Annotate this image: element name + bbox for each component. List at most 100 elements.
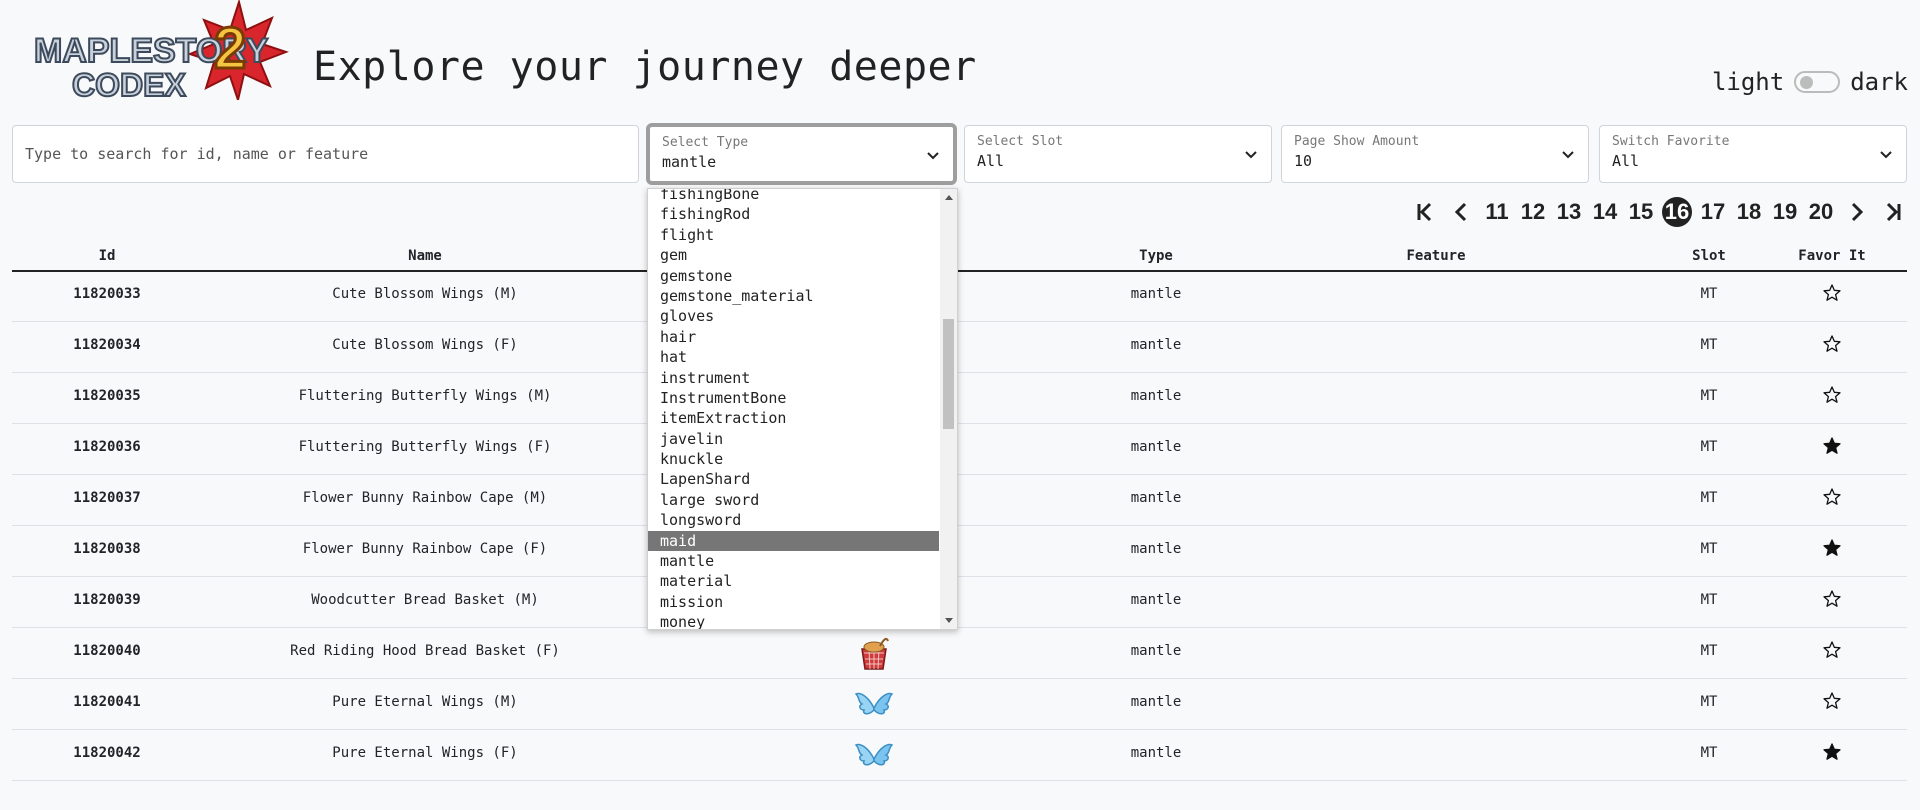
first-page-button[interactable] bbox=[1410, 197, 1440, 227]
table-row[interactable]: 11820039 Woodcutter Bread Basket (M) mantl… bbox=[12, 576, 1907, 628]
page-button[interactable]: 12 bbox=[1518, 197, 1548, 227]
dropdown-scrollbar[interactable] bbox=[940, 189, 957, 629]
scroll-thumb[interactable] bbox=[943, 319, 954, 429]
page-button[interactable]: 17 bbox=[1698, 197, 1728, 227]
row-type: mantle bbox=[1130, 643, 1182, 659]
column-header-favor[interactable]: Favor It bbox=[1798, 248, 1865, 264]
dropdown-option[interactable]: maid bbox=[648, 530, 939, 552]
page-amount-select[interactable]: Page Show Amount 10 bbox=[1281, 125, 1589, 183]
table-row[interactable]: 11820042 Pure Eternal Wings (F) mantle MT bbox=[12, 729, 1907, 781]
row-id: 11820040 bbox=[73, 643, 141, 659]
dropdown-option[interactable]: large sword bbox=[648, 490, 939, 510]
star-outline-icon[interactable] bbox=[1823, 284, 1841, 302]
page-button[interactable]: 19 bbox=[1770, 197, 1800, 227]
page-button[interactable]: 14 bbox=[1590, 197, 1620, 227]
theme-dark-label: dark bbox=[1850, 68, 1908, 96]
row-id: 11820034 bbox=[73, 337, 141, 353]
last-page-button[interactable] bbox=[1878, 197, 1908, 227]
dropdown-option[interactable]: gloves bbox=[648, 306, 939, 326]
star-outline-icon[interactable] bbox=[1823, 590, 1841, 608]
page-button[interactable]: 11 bbox=[1482, 197, 1512, 227]
page-button[interactable]: 16 bbox=[1662, 197, 1692, 227]
chevron-down-icon bbox=[927, 152, 939, 160]
table-row[interactable]: 11820041 Pure Eternal Wings (M) mantle MT bbox=[12, 678, 1907, 730]
row-id: 11820042 bbox=[73, 745, 141, 761]
page-button[interactable]: 20 bbox=[1806, 197, 1836, 227]
site-logo[interactable]: MAPLESTORY CODEX 2 bbox=[33, 0, 290, 104]
column-header-name[interactable]: Name bbox=[408, 248, 442, 264]
star-outline-icon[interactable] bbox=[1823, 335, 1841, 353]
star-filled-icon[interactable] bbox=[1823, 539, 1841, 557]
table-row[interactable]: 11820035 Fluttering Butterfly Wings (M) ma… bbox=[12, 372, 1907, 424]
table-row[interactable]: 11820040 Red Riding Hood Bread Basket (F)… bbox=[12, 627, 1907, 679]
row-slot: MT bbox=[1700, 286, 1718, 302]
scroll-up-icon[interactable] bbox=[945, 195, 953, 200]
star-outline-icon[interactable] bbox=[1823, 488, 1841, 506]
table-row[interactable]: 11820034 Cute Blossom Wings (F) mantle MT bbox=[12, 321, 1907, 373]
table-row[interactable]: 11820037 Flower Bunny Rainbow Cape (M) man… bbox=[12, 474, 1907, 526]
prev-page-button[interactable] bbox=[1446, 197, 1476, 227]
wings-icon bbox=[854, 735, 894, 775]
slot-select-value: All bbox=[977, 152, 1005, 170]
table-row[interactable]: 11820038 Flower Bunny Rainbow Cape (F) man… bbox=[12, 525, 1907, 577]
page-amount-label: Page Show Amount bbox=[1294, 134, 1420, 149]
page-button[interactable]: 15 bbox=[1626, 197, 1656, 227]
row-slot: MT bbox=[1700, 643, 1718, 659]
row-id: 11820033 bbox=[73, 286, 141, 302]
column-header-type[interactable]: Type bbox=[1139, 248, 1173, 264]
scroll-down-icon[interactable] bbox=[945, 618, 953, 623]
row-id: 11820038 bbox=[73, 541, 141, 557]
row-slot: MT bbox=[1700, 490, 1718, 506]
theme-toggle: light dark bbox=[1712, 68, 1908, 96]
dropdown-option[interactable]: LapenShard bbox=[648, 469, 939, 489]
theme-switch[interactable] bbox=[1794, 71, 1841, 93]
row-id: 11820035 bbox=[73, 388, 141, 404]
dropdown-option[interactable]: longsword bbox=[648, 510, 939, 530]
search-input[interactable] bbox=[13, 126, 638, 182]
dropdown-option[interactable]: knuckle bbox=[648, 449, 939, 469]
row-id: 11820037 bbox=[73, 490, 141, 506]
dropdown-option[interactable]: instrument bbox=[648, 368, 939, 388]
dropdown-option[interactable]: mission bbox=[648, 592, 939, 612]
dropdown-option[interactable]: hat bbox=[648, 347, 939, 367]
dropdown-option[interactable]: money bbox=[648, 612, 939, 629]
dropdown-options: fishingBone fishingRod flight gem gemstone ge… bbox=[648, 189, 939, 629]
slot-select[interactable]: Select Slot All bbox=[964, 125, 1272, 183]
logo-text-sub: CODEX bbox=[72, 67, 186, 100]
favorite-select-label: Switch Favorite bbox=[1612, 134, 1730, 149]
theme-light-label: light bbox=[1711, 68, 1785, 96]
row-type: mantle bbox=[1130, 490, 1182, 506]
page-button[interactable]: 18 bbox=[1734, 197, 1764, 227]
column-header-id[interactable]: Id bbox=[99, 248, 116, 264]
search-field bbox=[12, 125, 639, 183]
page-button[interactable]: 13 bbox=[1554, 197, 1584, 227]
dropdown-option[interactable]: gem bbox=[648, 245, 939, 265]
next-page-button[interactable] bbox=[1842, 197, 1872, 227]
dropdown-option[interactable]: flight bbox=[648, 225, 939, 245]
star-filled-icon[interactable] bbox=[1823, 743, 1841, 761]
dropdown-option[interactable]: fishingBone bbox=[648, 189, 939, 204]
dropdown-option[interactable]: javelin bbox=[648, 429, 939, 449]
star-outline-icon[interactable] bbox=[1823, 641, 1841, 659]
dropdown-option[interactable]: gemstone bbox=[648, 266, 939, 286]
column-header-feature[interactable]: Feature bbox=[1406, 248, 1465, 264]
table-row[interactable]: 11820033 Cute Blossom Wings (M) mantle MT bbox=[12, 270, 1907, 322]
type-select[interactable]: Select Type mantle bbox=[646, 123, 957, 185]
row-name: Flower Bunny Rainbow Cape (M) bbox=[302, 490, 548, 506]
dropdown-option[interactable]: mantle bbox=[648, 551, 939, 571]
dropdown-option[interactable]: fishingRod bbox=[648, 204, 939, 224]
logo-number: 2 bbox=[214, 16, 246, 81]
star-outline-icon[interactable] bbox=[1823, 692, 1841, 710]
star-filled-icon[interactable] bbox=[1823, 437, 1841, 455]
star-outline-icon[interactable] bbox=[1823, 386, 1841, 404]
table-row[interactable]: 11820036 Fluttering Butterfly Wings (F) ma… bbox=[12, 423, 1907, 475]
dropdown-option[interactable]: itemExtraction bbox=[648, 408, 939, 428]
dropdown-option[interactable]: InstrumentBone bbox=[648, 388, 939, 408]
chevron-down-icon bbox=[1245, 151, 1257, 159]
row-id: 11820039 bbox=[73, 592, 141, 608]
dropdown-option[interactable]: material bbox=[648, 571, 939, 591]
favorite-select[interactable]: Switch Favorite All bbox=[1599, 125, 1907, 183]
dropdown-option[interactable]: hair bbox=[648, 327, 939, 347]
column-header-slot[interactable]: Slot bbox=[1692, 248, 1726, 264]
dropdown-option[interactable]: gemstone_material bbox=[648, 286, 939, 306]
